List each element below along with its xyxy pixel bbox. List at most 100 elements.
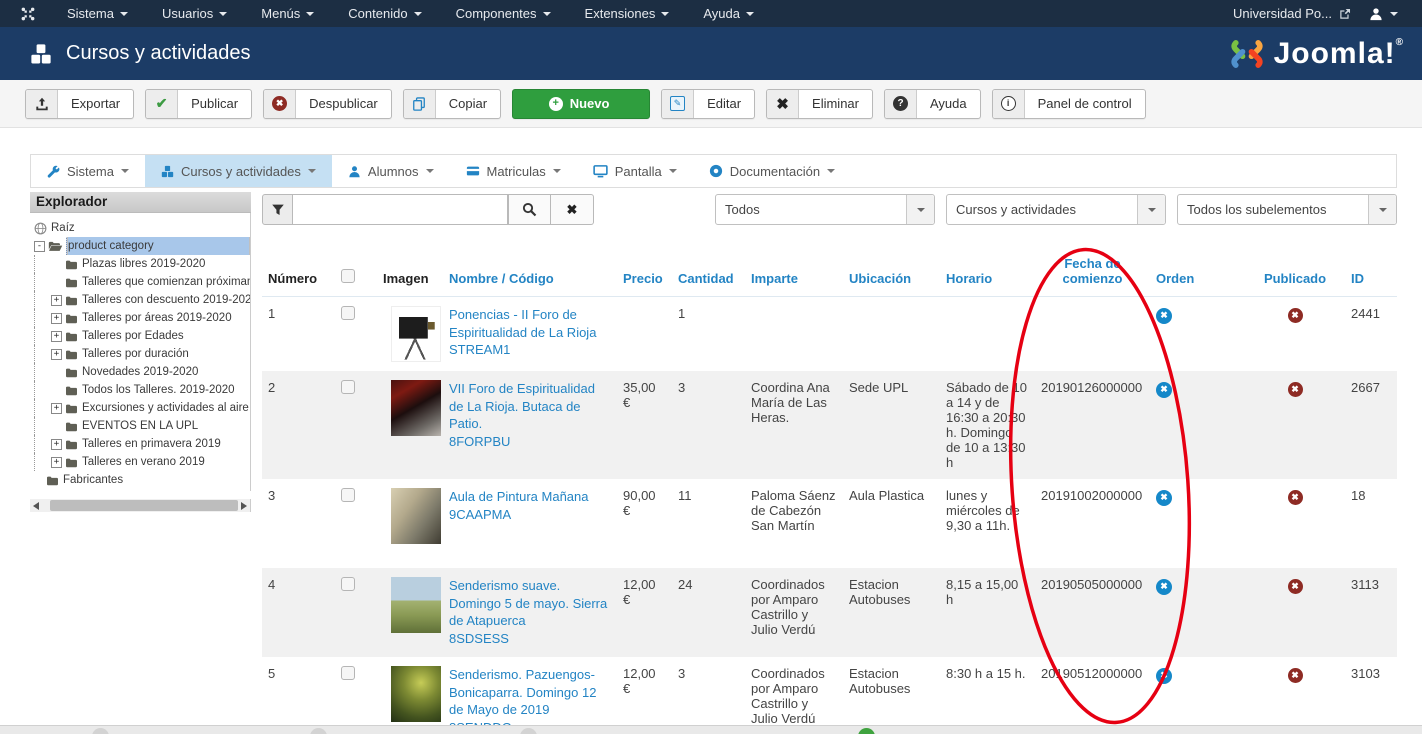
status-filter-select[interactable]: Todos [715, 194, 935, 225]
panel-de-control-button[interactable]: i Panel de control [992, 89, 1146, 119]
clear-search-button[interactable]: ✖ [551, 194, 594, 225]
expand-plus-icon[interactable]: + [51, 439, 62, 450]
cell-fecha [1035, 297, 1150, 372]
header-ubicacion[interactable]: Ubicación [843, 250, 940, 297]
tree-node[interactable]: +Talleres por Edades [34, 327, 250, 345]
collapse-minus-icon[interactable]: - [34, 241, 45, 252]
row-checkbox[interactable] [341, 577, 355, 591]
tab-documentacion[interactable]: Documentación [693, 155, 851, 187]
menu-ayuda[interactable]: Ayuda [686, 0, 771, 27]
tree-node[interactable]: +Talleres en verano 2019 [34, 453, 250, 471]
tree-node[interactable]: +Talleres por duración [34, 345, 250, 363]
tree-node-product-category[interactable]: - product category [34, 237, 250, 255]
select-caret-button[interactable] [906, 195, 934, 224]
header-fecha-de-comienzo[interactable]: Fecha de comienzo [1035, 250, 1150, 297]
tree-node[interactable]: Todos los Talleres. 2019-2020 [34, 381, 250, 399]
header-imparte[interactable]: Imparte [745, 250, 843, 297]
explorer-horizontal-scrollbar[interactable] [30, 499, 251, 512]
preview-site-link[interactable]: Universidad Po... [1233, 6, 1351, 21]
category-filter-select[interactable]: Cursos y actividades [946, 194, 1166, 225]
header-publicado[interactable]: Publicado [1245, 250, 1345, 297]
filter-search-input[interactable] [293, 194, 508, 225]
editar-button[interactable]: ✎ Editar [661, 89, 755, 119]
menu-contenido[interactable]: Contenido [331, 0, 438, 27]
unpublished-icon[interactable]: ✖ [1288, 308, 1303, 323]
tree-node[interactable]: +Talleres en primavera 2019 [34, 435, 250, 453]
tree-node[interactable]: +Excursiones y actividades al aire libre [34, 399, 250, 417]
eliminar-button[interactable]: ✖ Eliminar [766, 89, 873, 119]
product-name-link[interactable]: Senderismo. Pazuengos-Bonicaparra. Domin… [449, 666, 611, 734]
card-icon [466, 164, 480, 178]
tree-node[interactable]: Talleres que comienzan próximament [34, 273, 250, 291]
scrollbar-thumb[interactable] [50, 500, 238, 511]
scroll-right-icon[interactable] [241, 502, 247, 510]
menu-menus[interactable]: Menús [244, 0, 331, 27]
publicar-button[interactable]: ✔ Publicar [145, 89, 252, 119]
tree-node[interactable]: EVENTOS EN LA UPL [34, 417, 250, 435]
product-name-link[interactable]: Ponencias - II Foro de Espiritualidad de… [449, 306, 611, 359]
expand-plus-icon[interactable]: + [51, 403, 62, 414]
row-checkbox[interactable] [341, 380, 355, 394]
despublicar-button[interactable]: ✖ Despublicar [263, 89, 392, 119]
cell-imparte: Coordinados por Amparo Castrillo y Julio… [745, 568, 843, 657]
tree-node[interactable]: Plazas libres 2019-2020 [34, 255, 250, 273]
copiar-button[interactable]: Copiar [403, 89, 501, 119]
menu-sistema[interactable]: Sistema [50, 0, 145, 27]
orden-icon[interactable]: ✖ [1156, 308, 1172, 324]
tab-pantalla[interactable]: Pantalla [577, 155, 693, 187]
select-all-checkbox[interactable] [341, 269, 355, 283]
row-checkbox[interactable] [341, 666, 355, 680]
scroll-left-icon[interactable] [33, 502, 39, 510]
tab-matriculas[interactable]: Matriculas [450, 155, 577, 187]
exportar-button[interactable]: Exportar [25, 89, 134, 119]
expand-plus-icon[interactable]: + [51, 295, 62, 306]
orden-icon[interactable]: ✖ [1156, 579, 1172, 595]
header-id[interactable]: ID [1345, 250, 1397, 297]
table-header-row: Número Imagen Nombre / Código Precio Can… [262, 250, 1397, 297]
orden-icon[interactable]: ✖ [1156, 382, 1172, 398]
unpublished-icon[interactable]: ✖ [1288, 668, 1303, 683]
expand-plus-icon[interactable]: + [51, 331, 62, 342]
expand-plus-icon[interactable]: + [51, 349, 62, 360]
unpublished-icon[interactable]: ✖ [1288, 490, 1303, 505]
row-checkbox[interactable] [341, 488, 355, 502]
tab-alumnos[interactable]: Alumnos [332, 155, 450, 187]
product-name-link[interactable]: Senderismo suave. Domingo 5 de mayo. Sie… [449, 577, 611, 647]
search-button[interactable] [508, 194, 551, 225]
header-precio[interactable]: Precio [617, 250, 672, 297]
menu-componentes[interactable]: Componentes [439, 0, 568, 27]
cell-horario: lunes y miércoles de 9,30 a 11h. [940, 479, 1035, 568]
row-checkbox[interactable] [341, 306, 355, 320]
caret-down-icon [1379, 208, 1387, 212]
joomla-mark-icon[interactable] [20, 6, 36, 22]
product-name-link[interactable]: VII Foro de Espiritualidad de La Rioja. … [449, 380, 611, 450]
subelements-filter-select[interactable]: Todos los subelementos [1177, 194, 1397, 225]
select-caret-button[interactable] [1368, 195, 1396, 224]
unpublished-icon[interactable]: ✖ [1288, 579, 1303, 594]
tree-node[interactable]: Novedades 2019-2020 [34, 363, 250, 381]
unpublished-icon[interactable]: ✖ [1288, 382, 1303, 397]
tree-node[interactable]: +Talleres por áreas 2019-2020 [34, 309, 250, 327]
tab-sistema[interactable]: Sistema [31, 155, 145, 187]
header-horario[interactable]: Horario [940, 250, 1035, 297]
product-name-link[interactable]: Aula de Pintura Mañana9CAAPMA [449, 488, 611, 523]
tree-node-raiz[interactable]: Raíz [34, 219, 250, 237]
expand-plus-icon[interactable]: + [51, 457, 62, 468]
tab-cursos-y-actividades[interactable]: Cursos y actividades [145, 155, 332, 187]
header-nombre-codigo[interactable]: Nombre / Código [443, 250, 617, 297]
orden-icon[interactable]: ✖ [1156, 490, 1172, 506]
user-menu[interactable] [1369, 7, 1398, 21]
menu-usuarios[interactable]: Usuarios [145, 0, 244, 27]
header-cantidad[interactable]: Cantidad [672, 250, 745, 297]
ayuda-button[interactable]: ? Ayuda [884, 89, 981, 119]
header-orden[interactable]: Orden [1150, 250, 1245, 297]
menu-extensiones[interactable]: Extensiones [568, 0, 687, 27]
tree-node[interactable]: +Talleres con descuento 2019-2020 [34, 291, 250, 309]
edit-pencil-icon: ✎ [662, 90, 694, 118]
orden-icon[interactable]: ✖ [1156, 668, 1172, 684]
expand-plus-icon[interactable]: + [51, 313, 62, 324]
select-caret-button[interactable] [1137, 195, 1165, 224]
nuevo-button[interactable]: + Nuevo [512, 89, 650, 119]
funnel-filter-button[interactable] [262, 194, 293, 225]
tree-node-fabricantes[interactable]: Fabricantes [34, 471, 250, 489]
